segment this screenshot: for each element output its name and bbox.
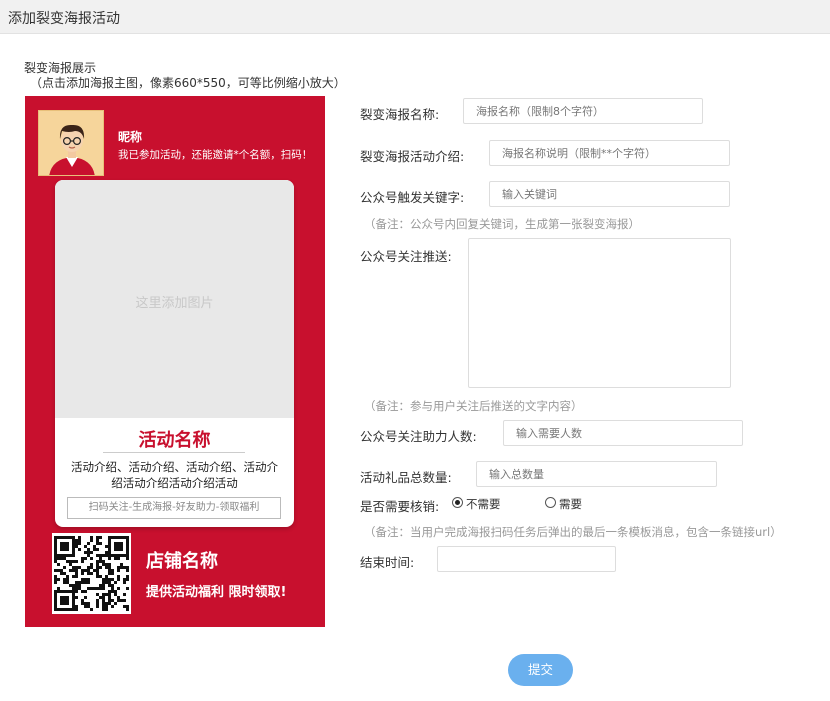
keyword-input[interactable] [489,181,730,207]
poster-card: 这里添加图片 活动名称 活动介绍、活动介绍、活动介绍、活动介绍活动介绍活动介绍活… [55,180,294,527]
verify-note: （备注：当用户完成海报扫码任务后弹出的最后一条模板消息，包含一条链接url） [364,525,782,539]
avatar-icon [39,111,103,175]
keyword-note: （备注：公众号内回复关键词，生成第一张裂变海报） [364,217,640,231]
end-time-label: 结束时间: [360,555,415,570]
store-benefit: 提供活动福利 限时领取! [146,585,287,600]
scan-hint: 扫码关注-生成海报-好友助力-领取福利 [67,497,281,519]
top-bar: 添加裂变海报活动 [0,0,830,34]
verify-yes-label[interactable]: 需要 [559,496,582,512]
invite-text: 我已参加活动，还能邀请*个名额，扫码！ [118,149,313,161]
end-time-input[interactable] [437,546,616,572]
poster-preview: 昵称 我已参加活动，还能邀请*个名额，扫码！ 这里添加图片 活动名称 活动介绍、… [25,96,325,627]
avatar [38,110,104,176]
verify-no-label[interactable]: 不需要 [466,496,501,512]
poster-name-label: 裂变海报名称: [360,107,440,122]
activity-intro-label: 裂变海报活动介绍: [360,149,465,164]
poster-name-input[interactable] [463,98,703,124]
activity-divider [103,452,245,453]
follow-push-textarea[interactable] [468,238,731,388]
submit-button[interactable]: 提交 [508,654,573,686]
verify-yes-radio[interactable] [545,497,556,508]
verify-label: 是否需要核销: [360,499,440,514]
verify-no-radio[interactable] [452,497,463,508]
activity-intro: 活动介绍、活动介绍、活动介绍、活动介绍活动介绍活动介绍活动 [71,460,278,490]
store-name: 店铺名称 [146,551,218,572]
qr-code-icon [52,533,131,614]
activity-intro-input[interactable] [489,140,730,166]
image-placeholder: 这里添加图片 [135,296,214,311]
helpers-input[interactable] [503,420,743,446]
follow-push-note: （备注：参与用户关注后推送的文字内容） [364,399,583,413]
gift-total-input[interactable] [476,461,717,487]
gift-total-label: 活动礼品总数量: [360,470,452,485]
helpers-label: 公众号关注助力人数: [360,429,477,444]
keyword-label: 公众号触发关键字: [360,190,465,205]
follow-push-label: 公众号关注推送: [360,249,452,264]
page-title: 添加裂变海报活动 [8,11,120,27]
nickname: 昵称 [118,130,143,144]
preview-hint: （点击添加海报主图，像素660*550，可等比例缩小放大） [30,76,346,90]
activity-name: 活动名称 [138,430,211,451]
image-upload-area[interactable]: 这里添加图片 [55,180,294,418]
